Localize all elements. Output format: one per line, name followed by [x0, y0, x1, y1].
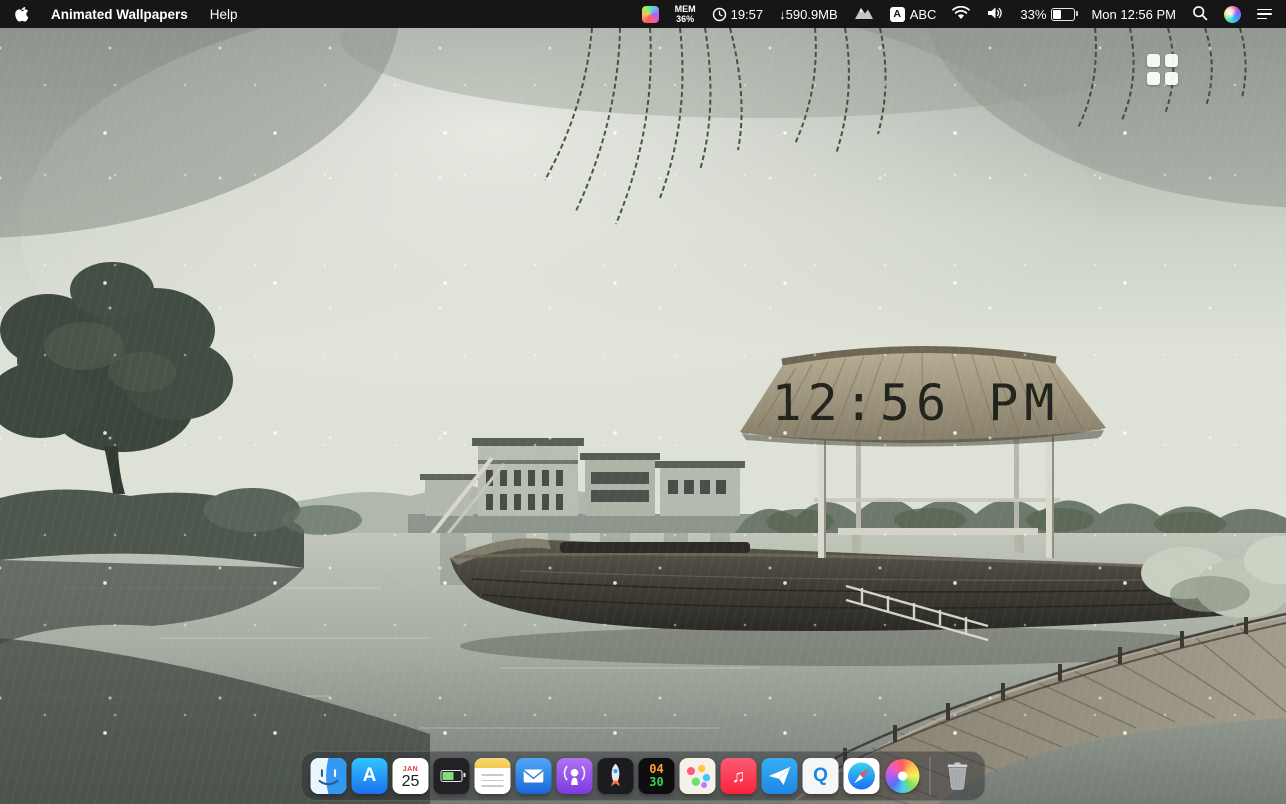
- memory-label: MEM: [675, 4, 696, 14]
- dock-countdown-app[interactable]: 04 30: [639, 758, 675, 794]
- timer-status[interactable]: 19:57: [712, 7, 764, 22]
- notification-list-icon[interactable]: [1257, 9, 1272, 20]
- wifi-icon[interactable]: [952, 6, 970, 23]
- timer-value: 19:57: [731, 7, 764, 22]
- dock: A JAN 25: [301, 751, 986, 801]
- dock-quicktime[interactable]: Q: [803, 758, 839, 794]
- quicktime-letter: Q: [813, 765, 828, 787]
- rocket-icon: [598, 758, 634, 794]
- apple-menu-icon[interactable]: [14, 6, 29, 23]
- notes-icon-lines: [475, 774, 511, 787]
- dock-finder[interactable]: [311, 758, 347, 794]
- volume-icon[interactable]: [986, 6, 1004, 23]
- stickers-icon: [680, 758, 716, 794]
- dock-music[interactable]: ♫: [721, 758, 757, 794]
- calendar-day: 25: [402, 773, 420, 790]
- input-source-key: A: [890, 7, 905, 22]
- dock-pinwheel-app[interactable]: [885, 758, 921, 794]
- desktop-screen: Animated Wallpapers Help MEM 36% 19:57 ↓…: [0, 0, 1286, 804]
- trash-icon: [940, 758, 976, 794]
- battery-icon: [1051, 8, 1075, 21]
- wallpaper-scene: 12:56 PM: [0, 28, 1286, 804]
- memory-status[interactable]: MEM 36%: [675, 4, 696, 24]
- dock-separator: [930, 757, 931, 795]
- app-grid-icon[interactable]: [1147, 54, 1178, 85]
- menu-bar: Animated Wallpapers Help MEM 36% 19:57 ↓…: [0, 0, 1286, 28]
- pinwheel-icon: [886, 759, 920, 793]
- battery-status[interactable]: 33%: [1020, 7, 1075, 22]
- countdown-bottom-value: 30: [649, 776, 663, 789]
- dock-trash[interactable]: [940, 758, 976, 794]
- wallpaper-clock-text: 12:56 PM: [772, 374, 1061, 432]
- wallpaper: 12:56 PM: [0, 28, 1286, 804]
- podcasts-icon: [557, 758, 593, 794]
- calendar-month: JAN: [403, 766, 419, 773]
- dock-podcasts[interactable]: [557, 758, 593, 794]
- menu-help[interactable]: Help: [210, 7, 238, 22]
- input-source-menu[interactable]: A ABC: [890, 7, 937, 22]
- battery-app-icon: [441, 770, 463, 782]
- compass-icon: [844, 758, 880, 794]
- dock-stickers-app[interactable]: [680, 758, 716, 794]
- dock-paper-plane-app[interactable]: [762, 758, 798, 794]
- dock-safari[interactable]: [844, 758, 880, 794]
- battery-percent: 33%: [1020, 7, 1046, 22]
- clock-icon: [712, 7, 727, 22]
- siri-icon[interactable]: [1224, 6, 1241, 23]
- envelope-icon: [516, 758, 552, 794]
- paper-plane-icon: [762, 758, 798, 794]
- notes-icon-header: [475, 758, 511, 768]
- app-menu-title[interactable]: Animated Wallpapers: [51, 7, 188, 22]
- network-status[interactable]: ↓590.9MB: [779, 7, 838, 22]
- mountain-status-icon[interactable]: [854, 5, 874, 23]
- dock-mail[interactable]: [516, 758, 552, 794]
- wallpaper-gallery-status-icon[interactable]: [642, 6, 659, 23]
- music-note-glyph: ♫: [732, 766, 746, 787]
- dock-rocket-app[interactable]: [598, 758, 634, 794]
- app-store-letter: A: [363, 765, 377, 787]
- dock-app-store[interactable]: A: [352, 758, 388, 794]
- dock-calendar[interactable]: JAN 25: [393, 758, 429, 794]
- memory-value: 36%: [676, 14, 694, 24]
- dock-battery-app[interactable]: [434, 758, 470, 794]
- dock-notes[interactable]: [475, 758, 511, 794]
- input-source-label: ABC: [910, 7, 937, 22]
- menu-bar-clock[interactable]: Mon 12:56 PM: [1091, 7, 1176, 22]
- spotlight-search-icon[interactable]: [1192, 5, 1208, 24]
